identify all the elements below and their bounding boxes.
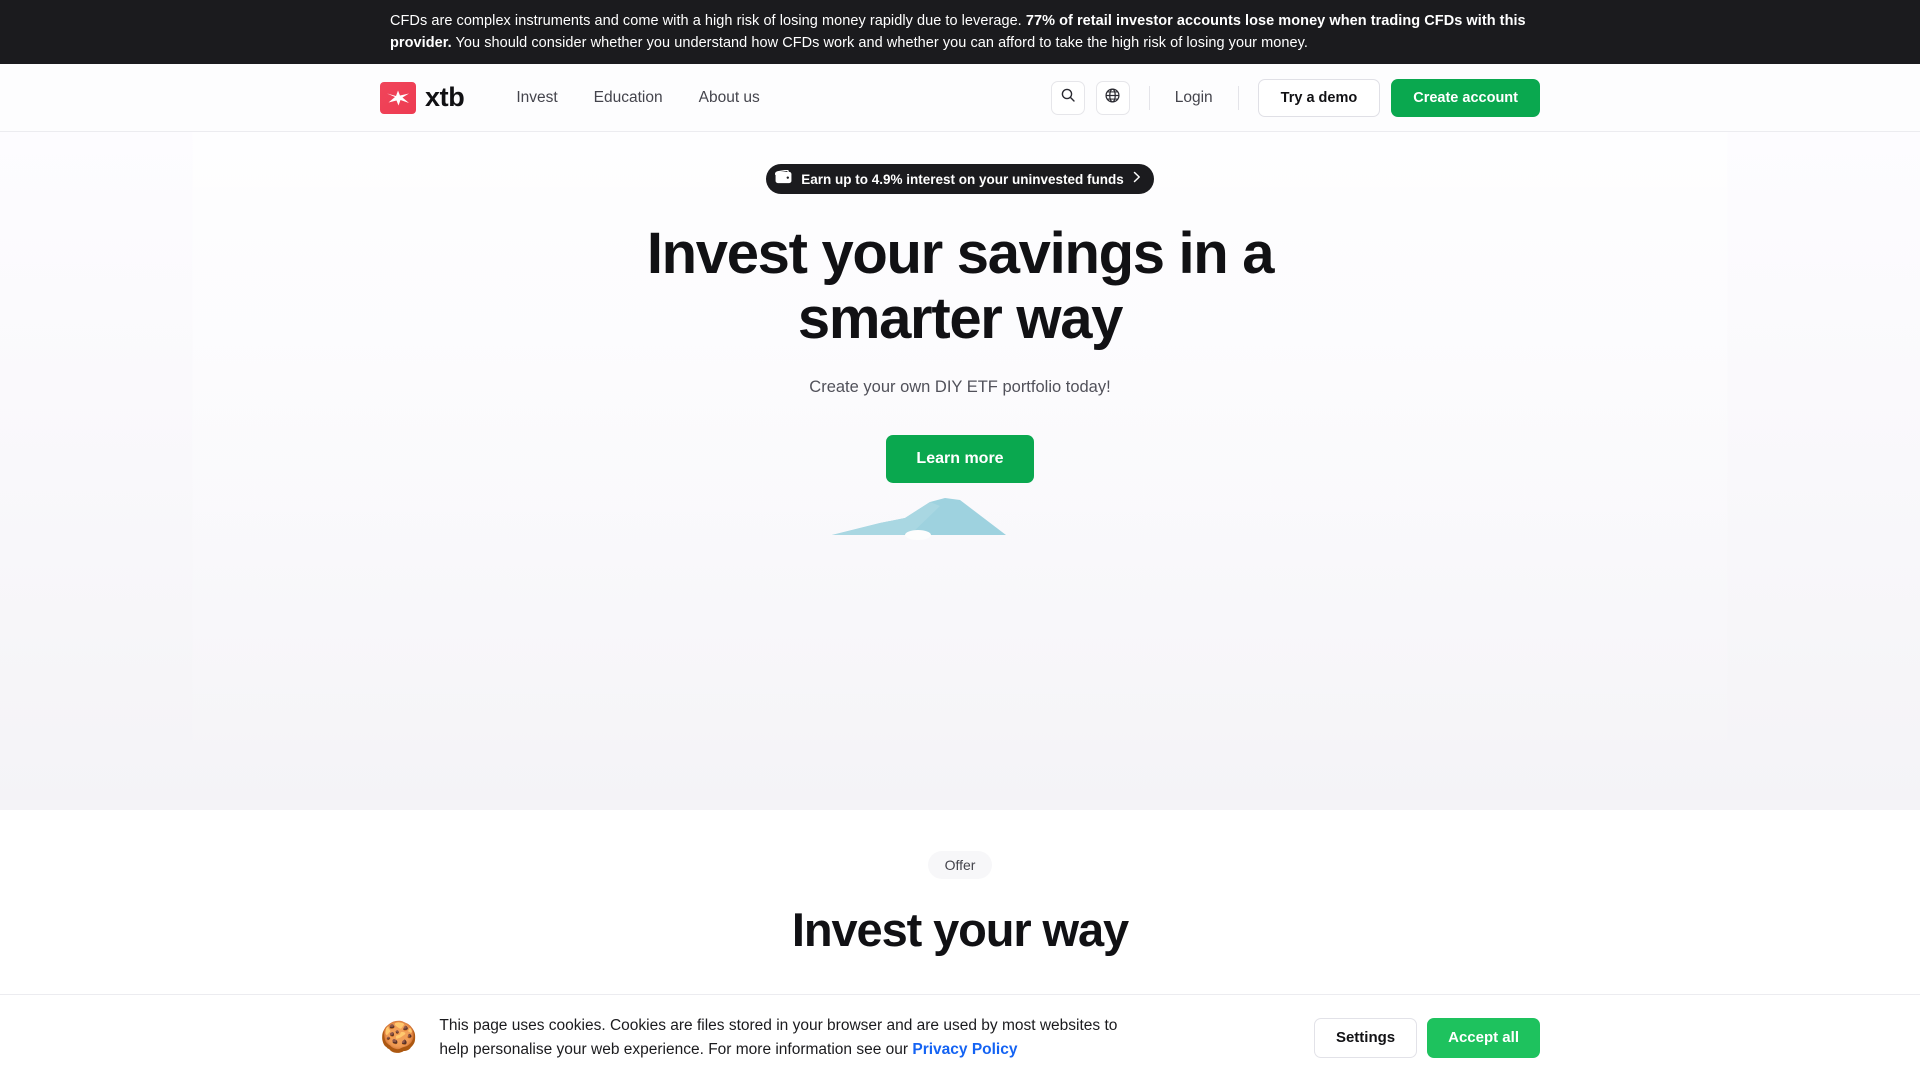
offer-title: Invest your way	[791, 903, 1129, 956]
chevron-right-icon	[1133, 170, 1141, 188]
try-a-demo-button[interactable]: Try a demo	[1257, 78, 1381, 117]
hero-title: Invest your savings in a smarter way	[646, 221, 1275, 351]
xtb-logo[interactable]: xtb	[380, 81, 465, 114]
site-header: xtb Invest Education About us Login Try …	[0, 64, 1920, 132]
learn-more-button[interactable]: Learn more	[886, 434, 1034, 483]
risk-disclaimer-text: CFDs are complex instruments and come wi…	[390, 10, 1530, 54]
header-divider-2	[1237, 85, 1239, 110]
cookie-consent-banner: 🍪 This page uses cookies. Cookies are fi…	[0, 994, 1920, 1080]
nav-item-about-us[interactable]: About us	[699, 89, 760, 107]
risk-text-part2: You should consider whether you understa…	[451, 35, 1308, 51]
xtb-logo-icon	[380, 81, 416, 114]
hero-subtitle: Create your own DIY ETF portfolio today!	[809, 377, 1111, 396]
cookie-settings-button[interactable]: Settings	[1313, 1017, 1418, 1058]
header-actions: Login Try a demo Create account	[1050, 78, 1540, 117]
page-root: CFDs are complex instruments and come wi…	[0, 0, 1920, 1080]
offer-badge: Offer	[927, 851, 993, 879]
create-account-button[interactable]: Create account	[1391, 78, 1540, 117]
globe-icon	[1104, 87, 1121, 109]
main-navigation: Invest Education About us	[516, 89, 760, 107]
hero-content: Earn up to 4.9% interest on your uninves…	[380, 132, 1540, 483]
search-icon	[1060, 87, 1076, 108]
promo-pill[interactable]: Earn up to 4.9% interest on your uninves…	[766, 164, 1154, 194]
offer-inner: Offer Invest your way	[0, 810, 1920, 957]
hero-mountain-graphic	[810, 490, 1110, 550]
login-link[interactable]: Login	[1169, 89, 1219, 107]
xtb-logo-text: xtb	[425, 82, 465, 112]
language-button[interactable]	[1095, 80, 1130, 115]
search-button[interactable]	[1050, 80, 1085, 115]
risk-text-part1: CFDs are complex instruments and come wi…	[390, 12, 1026, 29]
risk-disclaimer-banner: CFDs are complex instruments and come wi…	[0, 0, 1920, 64]
cookie-banner-text: This page uses cookies. Cookies are file…	[439, 1014, 1129, 1061]
cookie-banner-actions: Settings Accept all	[1313, 1017, 1540, 1058]
header-inner: xtb Invest Education About us Login Try …	[380, 64, 1540, 131]
cookie-banner-inner: 🍪 This page uses cookies. Cookies are fi…	[380, 1014, 1540, 1061]
cookie-accept-all-button[interactable]: Accept all	[1427, 1017, 1540, 1058]
nav-item-education[interactable]: Education	[594, 89, 663, 107]
privacy-policy-link[interactable]: Privacy Policy	[912, 1041, 1017, 1058]
nav-item-invest[interactable]: Invest	[516, 89, 557, 107]
wallet-icon	[775, 169, 792, 189]
hero-section: Earn up to 4.9% interest on your uninves…	[0, 132, 1920, 810]
cookie-icon: 🍪	[380, 1020, 418, 1054]
promo-pill-text: Earn up to 4.9% interest on your uninves…	[801, 171, 1124, 187]
header-divider-1	[1148, 85, 1150, 110]
